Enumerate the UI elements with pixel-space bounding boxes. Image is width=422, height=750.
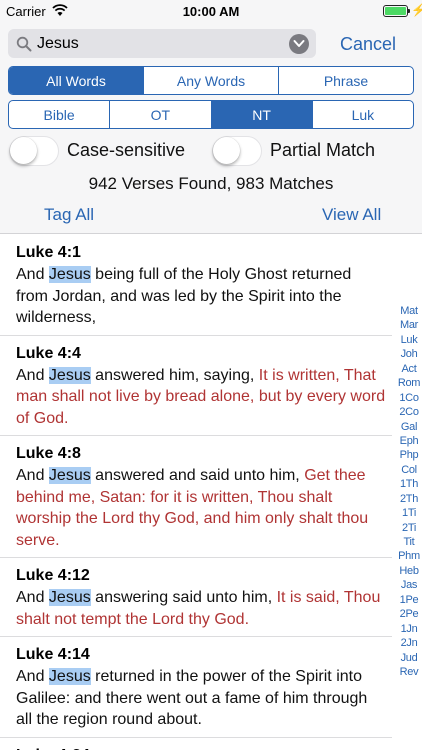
verse-text-segment: answered him, saying, <box>90 366 259 384</box>
book-index-item[interactable]: Col <box>396 463 422 477</box>
clock: 10:00 AM <box>182 4 240 19</box>
segment-nt[interactable]: NT <box>211 101 313 128</box>
book-index-item[interactable]: 1Ti <box>396 506 422 520</box>
tag-all-button[interactable]: Tag All <box>44 205 94 225</box>
segment-all-words[interactable]: All Words <box>9 67 144 94</box>
verse-text: And Jesus answered and said unto him, Ge… <box>16 465 386 551</box>
scope-segmented-control: Bible OT NT Luk <box>8 100 414 129</box>
verse-reference: Luke 4:8 <box>16 445 81 462</box>
search-input[interactable] <box>37 29 287 58</box>
verse-reference: Luke 4:1 <box>16 244 81 261</box>
verse-text-segment: answered and said unto him, <box>90 467 305 484</box>
verse-row[interactable]: Luke 4:1 And Jesus being full of the Holy… <box>0 235 392 336</box>
match-mode-segmented-control: All Words Any Words Phrase <box>8 66 414 95</box>
verse-text-segment: And <box>16 668 49 685</box>
charging-icon: ⚡ <box>411 3 422 17</box>
book-index-item[interactable]: Mar <box>396 318 422 332</box>
book-index-item[interactable]: 1Jn <box>396 622 422 636</box>
verse-text-segment: And <box>16 266 49 283</box>
verse-text-segment: answering said unto him, <box>90 589 277 606</box>
toggle-knob <box>10 137 37 164</box>
verse-row[interactable]: Luke 4:24 <box>0 738 392 750</box>
book-index-item[interactable]: Jas <box>396 578 422 592</box>
search-match-highlight: Jesus <box>48 467 91 484</box>
verse-row[interactable]: Luke 4:14 And Jesus returned in the power… <box>0 637 392 738</box>
verse-text: And Jesus answered him, saying, It is wr… <box>16 365 386 430</box>
verse-results-list[interactable]: Luke 4:1 And Jesus being full of the Holy… <box>0 235 392 750</box>
book-index-item[interactable]: Phm <box>396 549 422 563</box>
verse-reference: Luke 4:12 <box>16 567 90 584</box>
book-index-item[interactable]: 2Ti <box>396 521 422 535</box>
search-match-highlight: Jesus <box>48 366 91 384</box>
book-index-item[interactable]: Heb <box>396 564 422 578</box>
segment-luk[interactable]: Luk <box>313 101 413 128</box>
case-sensitive-toggle[interactable] <box>9 136 59 166</box>
verse-row[interactable]: Luke 4:4 And Jesus answered him, saying, … <box>0 336 392 436</box>
book-index-item[interactable]: 2Co <box>396 405 422 419</box>
search-match-highlight: Jesus <box>48 589 91 606</box>
segment-any-words[interactable]: Any Words <box>144 67 279 94</box>
verse-text: And Jesus answering said unto him, It is… <box>16 587 386 630</box>
book-index-item[interactable]: 1Th <box>396 477 422 491</box>
verse-reference: Luke 4:24 <box>16 745 386 750</box>
verse-row[interactable]: Luke 4:8 And Jesus answered and said unto… <box>0 436 392 558</box>
verse-text-segment: And <box>16 366 49 384</box>
book-index-item[interactable]: Mat <box>396 304 422 318</box>
book-index-bar[interactable]: Mat Mar Luk Joh Act Rom 1Co 2Co Gal Eph Php Col 1Th 2… <box>396 304 422 679</box>
book-index-item[interactable]: Luk <box>396 333 422 347</box>
book-index-item[interactable]: 1Co <box>396 391 422 405</box>
battery-icon <box>383 5 408 17</box>
book-index-item[interactable]: Jud <box>396 651 422 665</box>
view-all-button[interactable]: View All <box>322 205 381 225</box>
book-index-item[interactable]: Rom <box>396 376 422 390</box>
verse-reference: Luke 4:4 <box>16 344 81 362</box>
segment-phrase[interactable]: Phrase <box>279 67 413 94</box>
search-icon <box>16 36 32 52</box>
status-bar: Carrier 10:00 AM ⚡ <box>0 0 422 22</box>
book-index-item[interactable]: Act <box>396 362 422 376</box>
book-index-item[interactable]: 2Pe <box>396 607 422 621</box>
search-match-highlight: Jesus <box>48 668 91 685</box>
verse-text: And Jesus being full of the Holy Ghost r… <box>16 264 386 329</box>
book-index-item[interactable]: 1Pe <box>396 593 422 607</box>
verse-text: And Jesus returned in the power of the S… <box>16 666 386 731</box>
verse-reference: Luke 4:14 <box>16 646 90 663</box>
book-index-item[interactable]: Rev <box>396 665 422 679</box>
book-index-item[interactable]: 2Th <box>396 492 422 506</box>
verse-row[interactable]: Luke 4:12 And Jesus answering said unto h… <box>0 558 392 637</box>
partial-match-toggle[interactable] <box>212 136 262 166</box>
verse-text-segment: And <box>16 467 49 484</box>
book-index-item[interactable]: 2Jn <box>396 636 422 650</box>
cancel-button[interactable]: Cancel <box>340 34 396 55</box>
book-index-item[interactable]: Gal <box>396 420 422 434</box>
search-options-button[interactable] <box>289 34 309 54</box>
book-index-item[interactable]: Php <box>396 448 422 462</box>
search-panel: Cancel All Words Any Words Phrase Bible … <box>0 22 422 234</box>
verse-text-segment: And <box>16 589 49 606</box>
case-sensitive-label: Case-sensitive <box>67 140 186 160</box>
book-index-item[interactable]: Tit <box>396 535 422 549</box>
book-index-item[interactable]: Joh <box>396 347 422 361</box>
results-summary: 942 Verses Found, 983 Matches <box>88 174 334 193</box>
toggle-knob <box>213 137 240 164</box>
segment-bible[interactable]: Bible <box>9 101 111 128</box>
partial-match-label: Partial Match <box>270 140 376 160</box>
segment-ot[interactable]: OT <box>110 101 212 128</box>
chevron-down-icon <box>293 40 305 47</box>
battery-tip <box>408 9 410 13</box>
search-match-highlight: Jesus <box>48 266 91 283</box>
book-index-item[interactable]: Eph <box>396 434 422 448</box>
search-bar[interactable] <box>8 29 316 58</box>
